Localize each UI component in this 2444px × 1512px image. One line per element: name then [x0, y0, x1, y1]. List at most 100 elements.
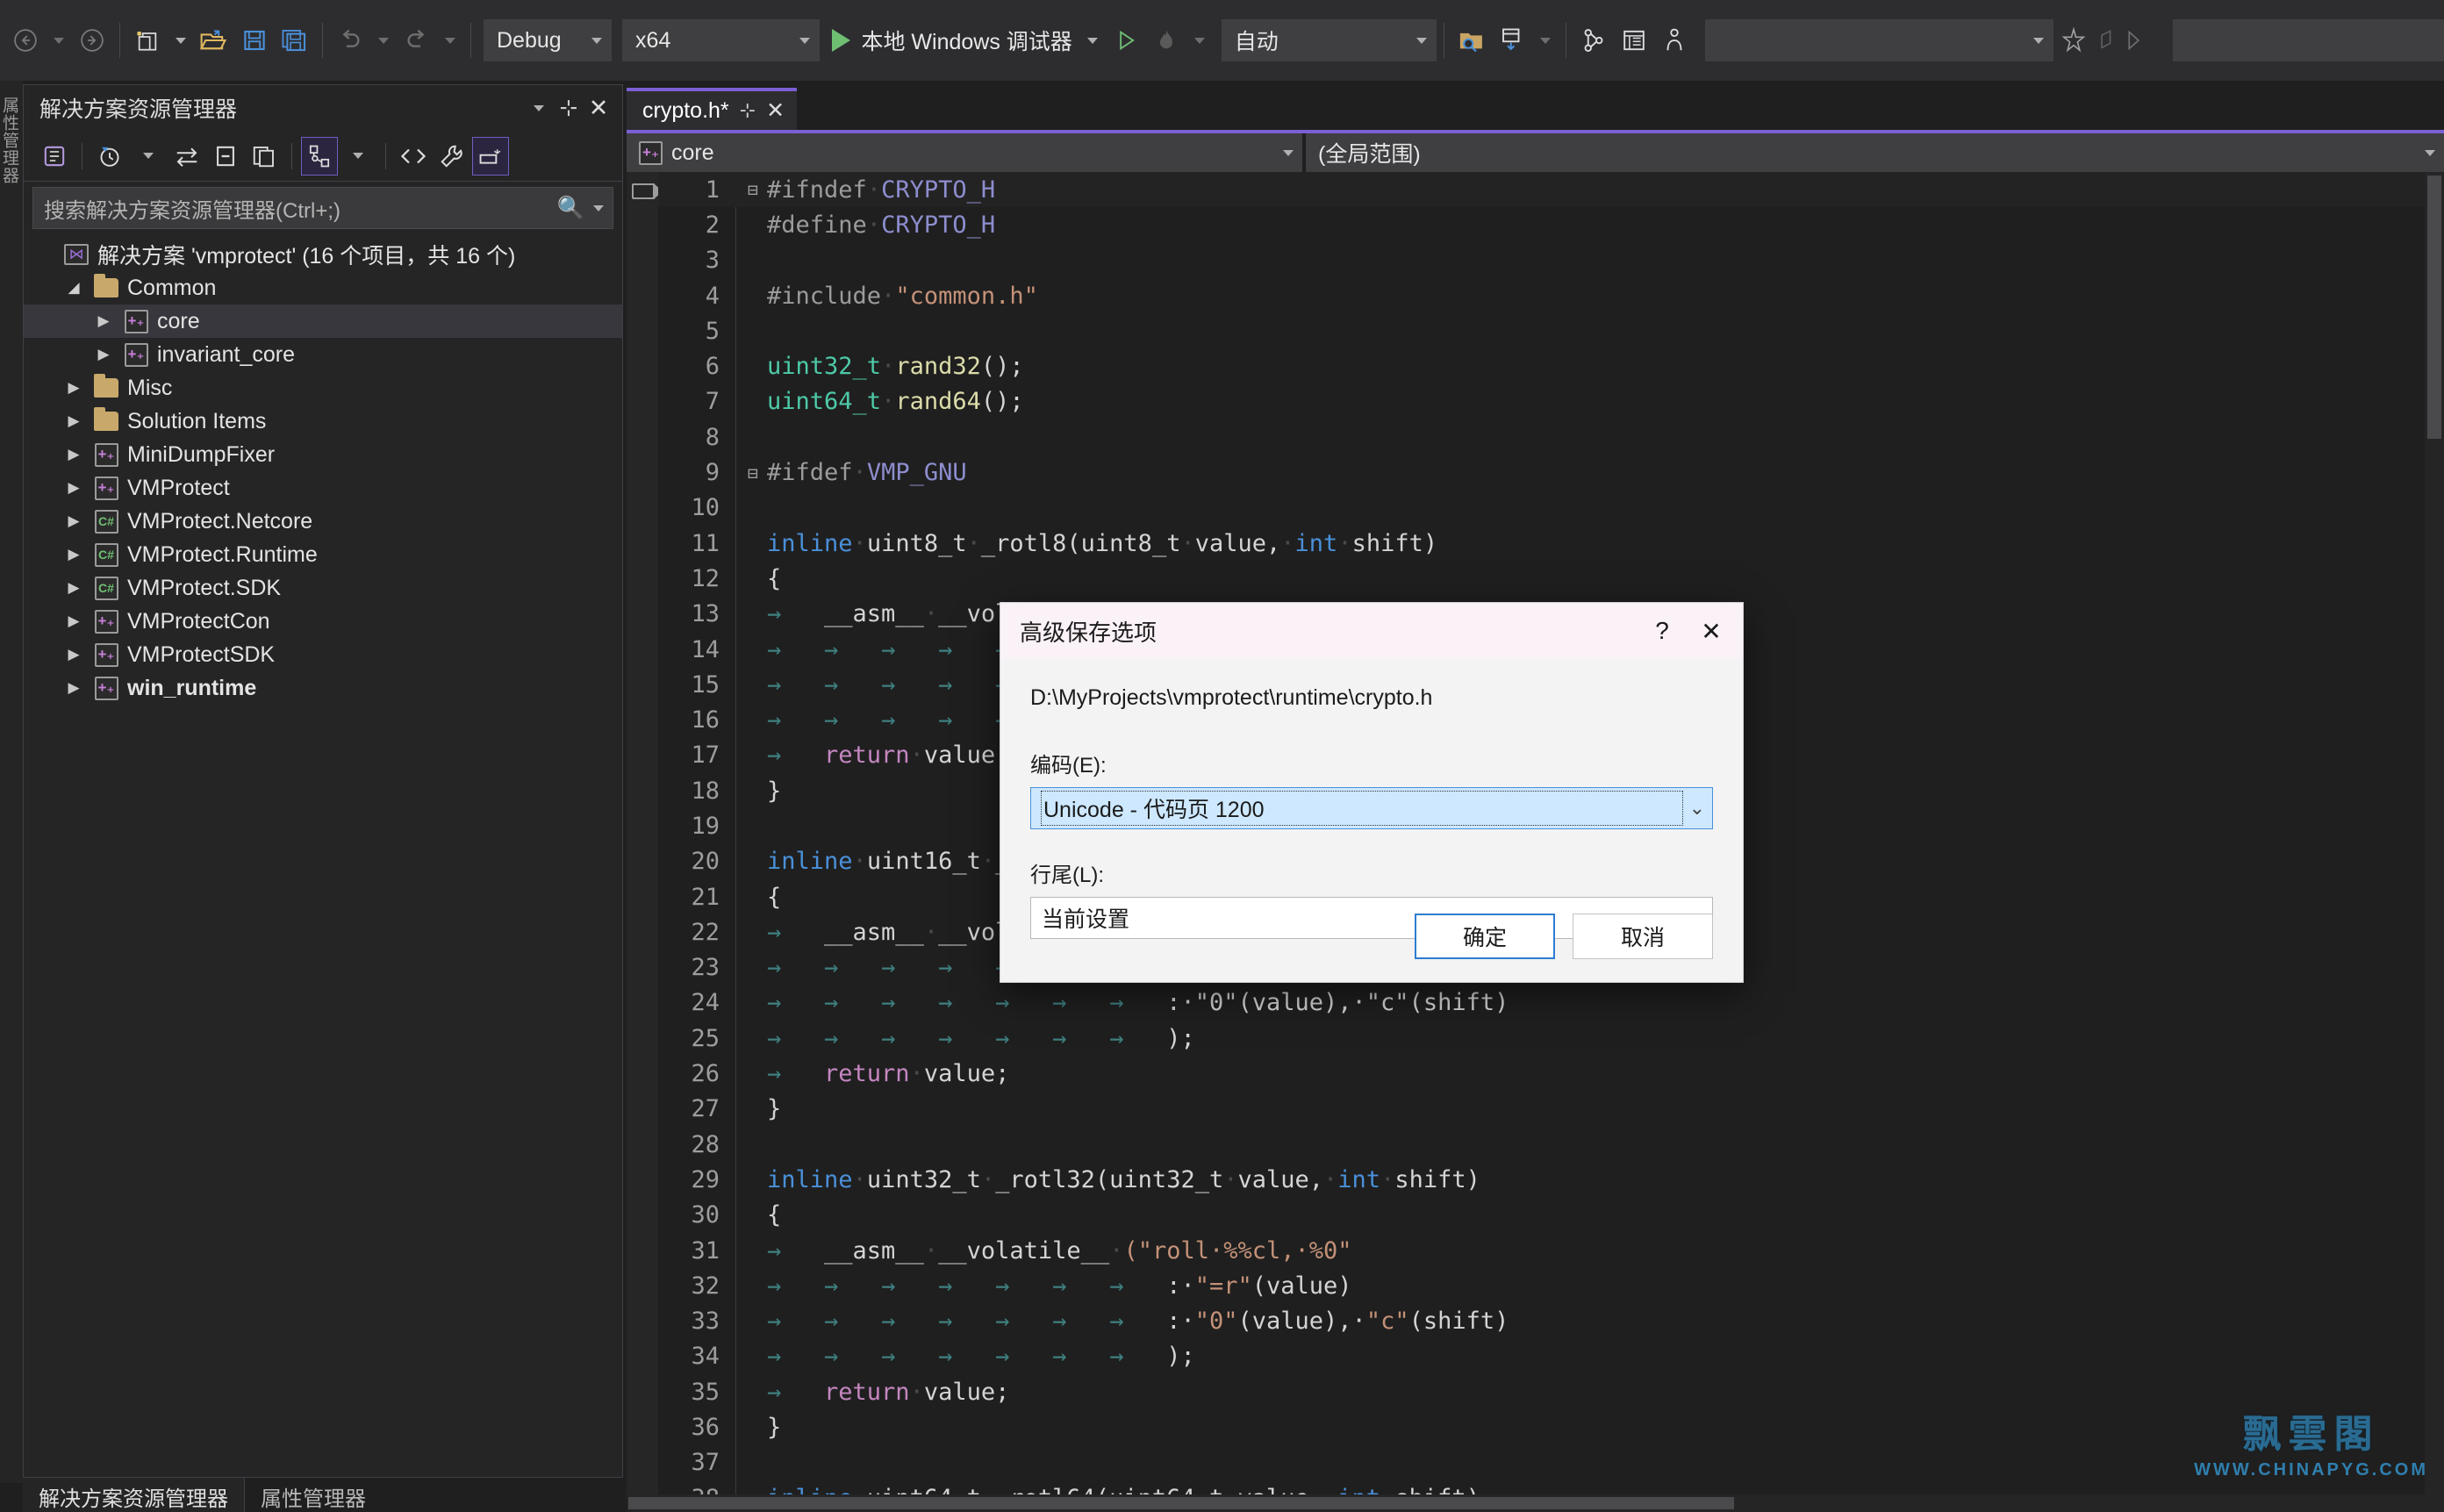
code-line[interactable]: 12 { [658, 561, 2444, 596]
chevron-collapsed-icon[interactable]: ▶ [89, 346, 118, 363]
source-control-button[interactable] [1573, 16, 1614, 65]
chevron-collapsed-icon[interactable]: ▶ [59, 646, 89, 663]
tree-item[interactable]: ▶ VMProtect.Netcore [24, 505, 622, 538]
code-line[interactable]: 25 → → → → → → → ); [658, 1021, 2444, 1056]
code-line[interactable]: 30 { [658, 1198, 2444, 1233]
panel-close-button[interactable]: ✕ [584, 93, 613, 123]
feedback-button[interactable] [2053, 16, 2094, 65]
code-line[interactable]: 33 → → → → → → → :·"0"(value),·"c"(shift) [658, 1304, 2444, 1339]
code-line[interactable]: 5 [658, 313, 2444, 348]
preview-changes-dropdown[interactable] [1532, 16, 1559, 65]
tree-item[interactable]: ▶ VMProtectCon [24, 605, 622, 638]
tree-item[interactable]: ◢ Common [24, 271, 622, 305]
undo-button[interactable] [330, 16, 370, 65]
save-all-button[interactable] [275, 16, 315, 65]
undo-dropdown[interactable] [370, 16, 397, 65]
tree-item[interactable]: ▶ VMProtect [24, 471, 622, 505]
panel-pin-button[interactable]: ⊹ [554, 93, 584, 123]
pin-icon[interactable]: ⊹ [740, 99, 756, 122]
chevron-collapsed-icon[interactable]: ▶ [59, 446, 89, 463]
docked-tab-property-manager[interactable]: 属性管理器 [2, 97, 21, 281]
code-line[interactable]: 24 → → → → → → → :·"0"(value),·"c"(shift) [658, 985, 2444, 1021]
code-line[interactable]: 35 → return·value; [658, 1374, 2444, 1409]
fold-collapse-icon[interactable]: ⊟ [739, 462, 767, 484]
hot-reload-dropdown[interactable] [1186, 16, 1213, 65]
editor-tab-crypto-h[interactable]: crypto.h* ⊹ ✕ [627, 88, 798, 130]
code-line[interactable]: 4 #include·"common.h" [658, 278, 2444, 313]
tree-item[interactable]: ▶ VMProtect.SDK [24, 571, 622, 605]
chevron-expanded-icon[interactable]: ◢ [59, 279, 89, 297]
pending-changes-dropdown[interactable] [130, 137, 167, 176]
new-item-dropdown[interactable] [168, 16, 194, 65]
start-without-debugging-button[interactable] [1106, 16, 1146, 65]
code-line[interactable]: 6 uint32_t·rand32(); [658, 348, 2444, 383]
chevron-collapsed-icon[interactable]: ▶ [59, 579, 89, 597]
panel-tab[interactable]: 解决方案资源管理器 [23, 1478, 244, 1512]
code-line[interactable]: 26 → return·value; [658, 1056, 2444, 1091]
play-small-button[interactable] [2120, 16, 2147, 65]
code-line[interactable]: 3 [658, 243, 2444, 278]
quick-launch-search-input[interactable] [1704, 19, 2054, 61]
project-scope-dropdown[interactable]: core [627, 133, 1302, 172]
redo-button[interactable] [397, 16, 437, 65]
start-debugging-button[interactable]: 本地 Windows 调试器 [820, 16, 1079, 65]
chevron-collapsed-icon[interactable]: ▶ [59, 613, 89, 630]
member-scope-dropdown[interactable]: (全局范围) [1306, 133, 2444, 172]
new-item-button[interactable] [127, 16, 168, 65]
code-line[interactable]: 9 ⊟ #ifdef·VMP_GNU [658, 455, 2444, 490]
panel-dropdown-button[interactable] [524, 93, 554, 123]
close-icon[interactable]: ✕ [766, 97, 785, 124]
window-layout-button[interactable] [1614, 16, 1654, 65]
editor-horizontal-scrollbar[interactable] [627, 1494, 2444, 1512]
nav-forward-button[interactable] [72, 16, 112, 65]
code-line[interactable]: 29 inline·uint32_t·_rotl32(uint32_t·value… [658, 1162, 2444, 1197]
cancel-button[interactable]: 取消 [1573, 914, 1713, 959]
tree-item[interactable]: ▶ VMProtectSDK [24, 638, 622, 671]
nav-back-dropdown[interactable] [46, 16, 72, 65]
save-button[interactable] [234, 16, 275, 65]
code-line[interactable]: 31 → __asm__·__volatile__·("roll·%%cl,·%0… [658, 1233, 2444, 1268]
solution-explorer-search-input[interactable]: 搜索解决方案资源管理器(Ctrl+;) 🔍 [32, 187, 613, 229]
tree-item[interactable]: ▶ invariant_core [24, 338, 622, 371]
hot-reload-button[interactable] [1146, 16, 1186, 65]
show-all-files-button[interactable] [246, 137, 283, 176]
chevron-collapsed-icon[interactable]: ▶ [59, 412, 89, 430]
solution-configuration-dropdown[interactable]: Debug [484, 19, 613, 61]
code-line[interactable]: 27} [658, 1092, 2444, 1127]
code-line[interactable]: 28 [658, 1127, 2444, 1162]
code-line[interactable]: 34 → → → → → → → ); [658, 1339, 2444, 1374]
glyph-margin[interactable] [627, 172, 663, 1512]
code-line[interactable]: 7 uint64_t·rand64(); [658, 384, 2444, 419]
fold-collapse-icon[interactable]: ⊟ [739, 179, 767, 200]
tree-item[interactable]: ▶ MiniDumpFixer [24, 438, 622, 471]
encoding-dropdown[interactable]: Unicode - 代码页 1200 ⌄ [1030, 787, 1713, 829]
chevron-collapsed-icon[interactable]: ▶ [59, 479, 89, 497]
horizontal-scroll-thumb[interactable] [628, 1497, 1734, 1509]
editor-vertical-scrollbar[interactable] [2425, 172, 2444, 1512]
sync-with-active-document-button[interactable] [168, 137, 205, 176]
properties-button[interactable] [434, 137, 470, 176]
redo-dropdown[interactable] [437, 16, 463, 65]
pencil-button[interactable] [2094, 16, 2120, 65]
code-line[interactable]: 32 → → → → → → → :·"=r"(value) [658, 1268, 2444, 1303]
preview-changes-button[interactable] [1492, 16, 1532, 65]
open-folder-search-button[interactable] [1451, 16, 1492, 65]
code-line[interactable]: 36} [658, 1409, 2444, 1444]
dialog-close-button[interactable]: ✕ [1687, 608, 1736, 654]
open-file-button[interactable] [194, 16, 234, 65]
search-box-right[interactable] [2173, 19, 2444, 61]
dialog-help-button[interactable]: ? [1638, 608, 1687, 654]
tree-item[interactable]: ▶ win_runtime [24, 671, 622, 705]
collapse-all-button[interactable] [207, 137, 244, 176]
tree-item[interactable]: ▶ Solution Items [24, 405, 622, 438]
chevron-collapsed-icon[interactable]: ▶ [59, 679, 89, 697]
code-line[interactable]: 2 #define·CRYPTO_H [658, 207, 2444, 242]
view-code-graph-button[interactable] [301, 136, 338, 176]
chevron-collapsed-icon[interactable]: ▶ [59, 379, 89, 397]
code-line[interactable]: 8 [658, 419, 2444, 455]
code-line[interactable]: 11 inline·uint8_t·_rotl8(uint8_t·value,·i… [658, 526, 2444, 561]
chevron-collapsed-icon[interactable]: ▶ [59, 546, 89, 563]
tree-item[interactable]: ▶ core [24, 305, 622, 338]
view-code-button[interactable] [395, 137, 432, 176]
chevron-collapsed-icon[interactable]: ▶ [59, 512, 89, 530]
